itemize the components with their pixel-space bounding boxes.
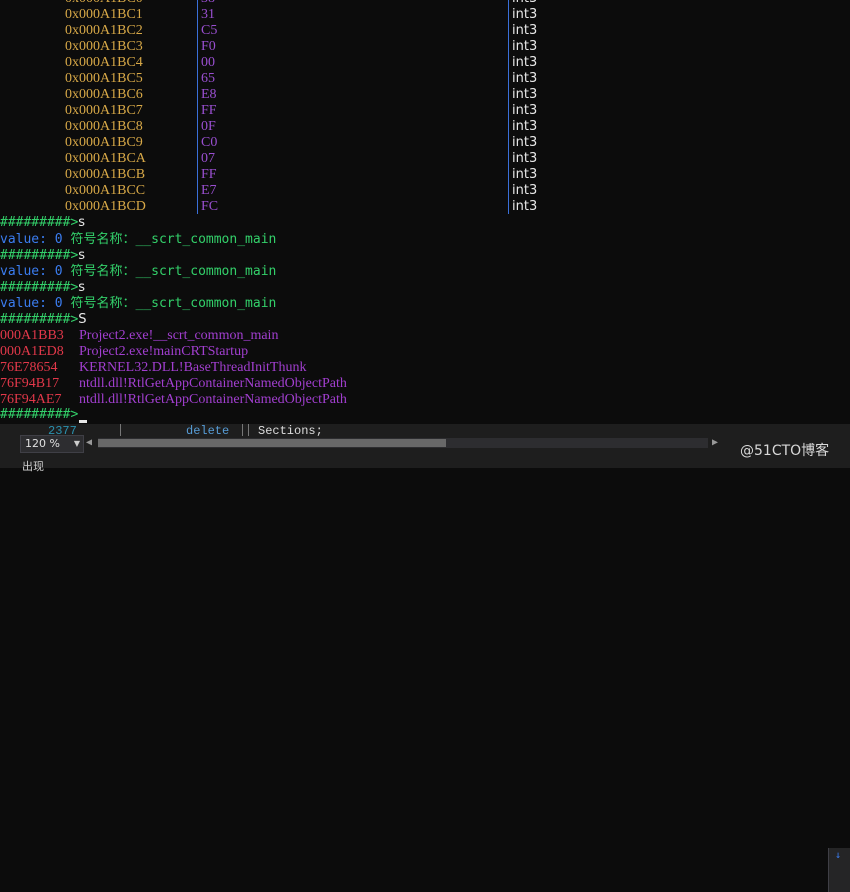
memory-byte: FF — [201, 103, 217, 118]
divider — [242, 424, 243, 436]
memory-row: 0x000A1BC7 FF int3 — [0, 103, 850, 119]
memory-byte: FC — [201, 199, 219, 214]
frame-symbol: Project2.exe!__scrt_common_main — [79, 328, 279, 343]
memory-address: 0x000A1BC3 — [65, 39, 143, 54]
memory-type: int3 — [512, 7, 538, 22]
memory-byte: C0 — [201, 135, 218, 150]
text-cursor — [79, 420, 88, 423]
frame-address: 000A1BB3 — [0, 328, 64, 343]
memory-row: 0x000A1BCB FF int3 — [0, 167, 850, 183]
memory-row: 0x000A1BC8 0F int3 — [0, 119, 850, 135]
symbol-line: value: 0 符号名称：__scrt_common_main — [0, 232, 277, 247]
debug-console[interactable]: 0x000A1BC038int30x000A1BC131int30x000A1B… — [0, 0, 850, 424]
memory-byte: F0 — [201, 39, 216, 54]
status-text: 出现 — [22, 460, 44, 473]
memory-row: 0x000A1BC0 38 int3 — [0, 0, 850, 7]
memory-byte: 65 — [201, 71, 215, 86]
scroll-right-icon[interactable]: ▶ — [712, 437, 722, 449]
memory-byte: 38 — [201, 0, 215, 7]
memory-byte: C5 — [201, 23, 218, 38]
scrollbar-thumb[interactable] — [98, 439, 446, 447]
zoom-select[interactable]: 120 % ▼ — [20, 435, 84, 453]
frame-address: 76F94AE7 — [0, 392, 62, 407]
prompt-line: #########>s — [0, 248, 86, 263]
memory-type: int3 — [512, 87, 538, 102]
memory-row: 0x000A1BC4 00 int3 — [0, 55, 850, 71]
code-text: Sections; — [258, 424, 323, 438]
horizontal-scrollbar[interactable] — [98, 438, 708, 448]
memory-type: int3 — [512, 135, 538, 150]
memory-row: 0x000A1BCA 07 int3 — [0, 151, 850, 167]
memory-row: 0x000A1BC3 F0 int3 — [0, 39, 850, 55]
memory-address: 0x000A1BCC — [65, 183, 146, 198]
zoom-value: 120 % — [25, 437, 60, 450]
memory-byte: E7 — [201, 183, 217, 198]
memory-type: int3 — [512, 71, 538, 86]
prompt-line: #########>s — [0, 215, 86, 230]
memory-row: 0x000A1BCC E7 int3 — [0, 183, 850, 199]
symbol-line: value: 0 符号名称：__scrt_common_main — [0, 296, 277, 311]
stack-frame: 76F94B17 ntdll.dll!RtlGetAppContainerName… — [0, 376, 347, 392]
memory-byte: E8 — [201, 87, 217, 102]
memory-type: int3 — [512, 167, 538, 182]
memory-address: 0x000A1BC9 — [65, 135, 143, 150]
stack-frame: 000A1BB3 Project2.exe!__scrt_common_main — [0, 328, 278, 344]
frame-symbol: ntdll.dll!RtlGetAppContainerNamedObjectP… — [79, 392, 347, 407]
memory-address: 0x000A1BCD — [65, 199, 146, 214]
memory-type: int3 — [512, 119, 538, 134]
divider — [120, 424, 121, 436]
memory-address: 0x000A1BCB — [65, 167, 146, 182]
frame-symbol: Project2.exe!mainCRTStartup — [79, 344, 249, 359]
memory-row: 0x000A1BC9 C0 int3 — [0, 135, 850, 151]
frame-address: 76E78654 — [0, 360, 58, 375]
memory-byte: FF — [201, 167, 217, 182]
memory-address: 0x000A1BCA — [65, 151, 146, 166]
divider — [248, 424, 249, 436]
stack-frame: 76F94AE7 ntdll.dll!RtlGetAppContainerName… — [0, 392, 347, 408]
pane-marker-icon: ↓ — [835, 850, 842, 861]
memory-type: int3 — [512, 183, 538, 198]
memory-row: 0x000A1BC5 65 int3 — [0, 71, 850, 87]
frame-symbol: ntdll.dll!RtlGetAppContainerNamedObjectP… — [79, 376, 347, 391]
memory-type: int3 — [512, 55, 538, 70]
memory-type: int3 — [512, 39, 538, 54]
memory-row: 0x000A1BCD FC int3 — [0, 199, 850, 215]
stack-frame: 000A1ED8 Project2.exe!mainCRTStartup — [0, 344, 248, 360]
frame-address: 000A1ED8 — [0, 344, 64, 359]
memory-type: int3 — [512, 199, 538, 214]
memory-address: 0x000A1BC1 — [65, 7, 143, 22]
memory-byte: 00 — [201, 55, 215, 70]
memory-address: 0x000A1BC0 — [65, 0, 143, 7]
memory-row: 0x000A1BC6 E8 int3 — [0, 87, 850, 103]
editor-gutter — [0, 424, 20, 468]
memory-type: int3 — [512, 151, 538, 166]
memory-address: 0x000A1BC5 — [65, 71, 143, 86]
memory-address: 0x000A1BC2 — [65, 23, 143, 38]
memory-row: 0x000A1BC2 C5 int3 — [0, 23, 850, 39]
memory-address: 0x000A1BC7 — [65, 103, 143, 118]
memory-byte: 31 — [201, 7, 215, 22]
memory-row: 0x000A1BC1 31 int3 — [0, 7, 850, 23]
frame-symbol: KERNEL32.DLL!BaseThreadInitThunk — [79, 360, 307, 375]
memory-byte: 0F — [201, 119, 216, 134]
code-keyword: delete — [186, 424, 230, 438]
stack-frame: 76E78654 KERNEL32.DLL!BaseThreadInitThunk — [0, 360, 306, 376]
input-prompt[interactable]: #########> — [0, 407, 88, 423]
memory-type: int3 — [512, 23, 538, 38]
prompt-line: #########>S — [0, 312, 87, 327]
memory-address: 0x000A1BC6 — [65, 87, 143, 102]
right-pane: ↓ — [828, 848, 850, 892]
chevron-down-icon: ▼ — [73, 439, 80, 448]
scroll-left-icon[interactable]: ◀ — [86, 437, 96, 449]
memory-type: int3 — [512, 103, 538, 118]
memory-address: 0x000A1BC8 — [65, 119, 143, 134]
watermark: @51CTO博客 — [740, 443, 830, 459]
memory-type: int3 — [512, 0, 537, 7]
prompt-line: #########>s — [0, 280, 86, 295]
memory-address: 0x000A1BC4 — [65, 55, 143, 70]
symbol-line: value: 0 符号名称：__scrt_common_main — [0, 264, 277, 279]
memory-byte: 07 — [201, 151, 215, 166]
frame-address: 76F94B17 — [0, 376, 60, 391]
